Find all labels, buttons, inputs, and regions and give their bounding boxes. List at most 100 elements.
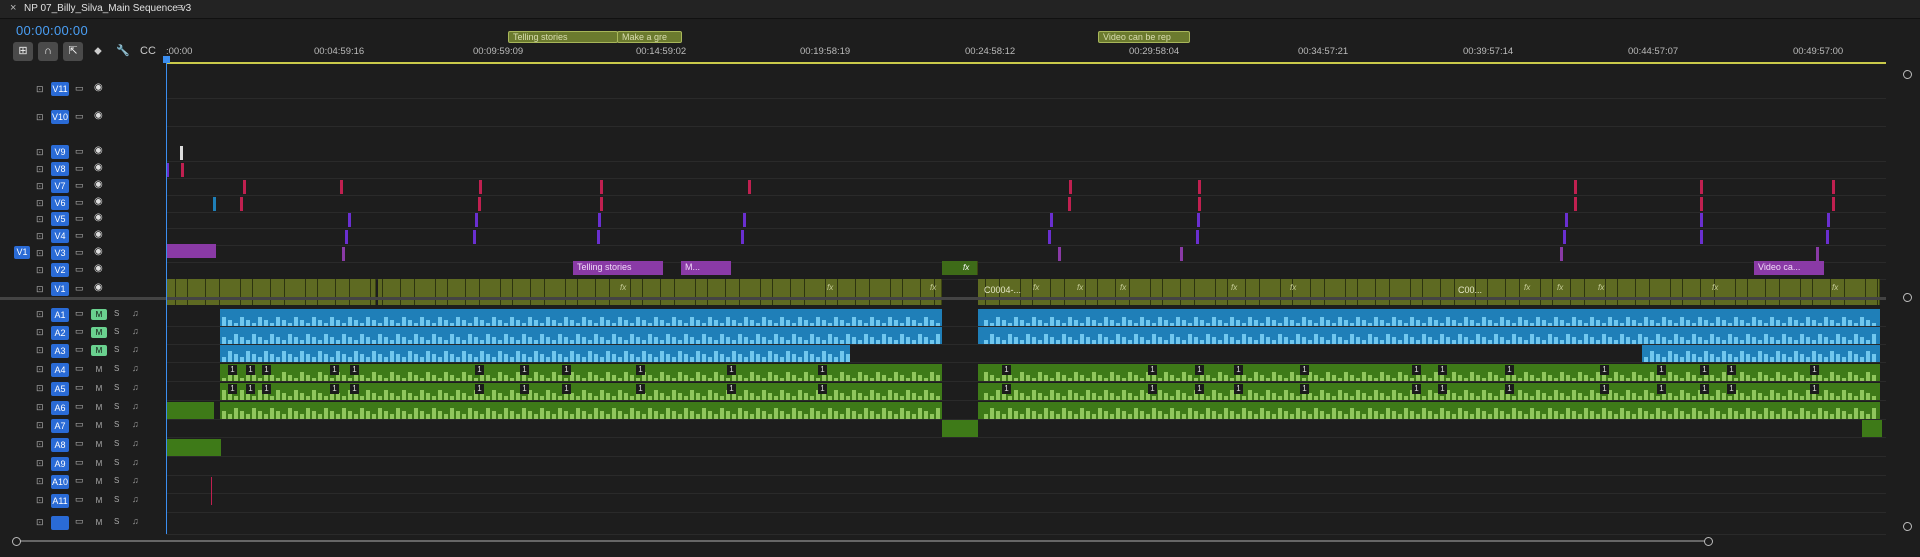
lock-icon[interactable]: ⊡: [36, 402, 44, 413]
eye-icon[interactable]: ◉: [94, 196, 103, 207]
track-name-a7[interactable]: A7: [51, 419, 69, 433]
mic-icon[interactable]: ♫: [132, 438, 139, 448]
graphic-marker[interactable]: [743, 213, 746, 227]
toggle-output-icon[interactable]: ▭: [75, 401, 84, 412]
toggle-sync-lock-icon[interactable]: ▭: [75, 230, 84, 241]
lock-icon[interactable]: ⊡: [36, 517, 44, 528]
solo-button[interactable]: S: [114, 309, 119, 318]
toggle-sync-lock-icon[interactable]: ▭: [75, 264, 84, 275]
mic-icon[interactable]: ♫: [132, 494, 139, 504]
graphic-marker[interactable]: [1180, 247, 1183, 261]
vertical-scroll-mid-handle[interactable]: [1903, 293, 1912, 302]
graphic-marker[interactable]: [1700, 197, 1703, 211]
graphic-marker[interactable]: [1700, 213, 1703, 227]
graphic-marker[interactable]: [1198, 180, 1201, 194]
video-audio-divider[interactable]: [0, 297, 1886, 300]
mute-button[interactable]: M: [91, 309, 107, 320]
graphic-marker[interactable]: [180, 146, 183, 160]
toggle-output-icon[interactable]: ▭: [75, 516, 84, 527]
graphic-marker[interactable]: [741, 230, 744, 244]
toggle-output-icon[interactable]: ▭: [75, 494, 84, 505]
graphic-marker[interactable]: [600, 197, 603, 211]
lock-icon[interactable]: ⊡: [36, 476, 44, 487]
lock-icon[interactable]: ⊡: [36, 248, 44, 259]
solo-button[interactable]: S: [114, 402, 119, 411]
toggle-sync-lock-icon[interactable]: ▭: [75, 146, 84, 157]
sequence-marker[interactable]: Video can be rep: [1098, 31, 1190, 43]
graphic-marker[interactable]: [1565, 213, 1568, 227]
graphic-marker[interactable]: [473, 230, 476, 244]
horizontal-scroll-left-handle[interactable]: [12, 537, 21, 546]
audio-clip[interactable]: [166, 439, 221, 456]
solo-button[interactable]: S: [114, 458, 119, 467]
solo-button[interactable]: S: [114, 345, 119, 354]
graphic-marker[interactable]: [1574, 197, 1577, 211]
toggle-sync-lock-icon[interactable]: ▭: [75, 283, 84, 294]
lock-icon[interactable]: ⊡: [36, 214, 44, 225]
lock-icon[interactable]: ⊡: [36, 84, 44, 95]
graphic-marker[interactable]: [1563, 230, 1566, 244]
track-name-v6[interactable]: V6: [51, 196, 69, 210]
mute-button[interactable]: M: [91, 495, 107, 506]
graphic-marker[interactable]: [1058, 247, 1061, 261]
solo-button[interactable]: S: [114, 517, 119, 526]
mic-icon[interactable]: ♫: [132, 326, 139, 336]
mute-button[interactable]: M: [91, 345, 107, 356]
toggle-output-icon[interactable]: ▭: [75, 457, 84, 468]
solo-button[interactable]: S: [114, 476, 119, 485]
track-name-v3[interactable]: V3: [51, 246, 69, 260]
graphic-clip[interactable]: [166, 244, 216, 258]
lock-icon[interactable]: ⊡: [36, 364, 44, 375]
solo-button[interactable]: S: [114, 327, 119, 336]
lock-icon[interactable]: ⊡: [36, 265, 44, 276]
track-name-v11[interactable]: V11: [51, 82, 69, 96]
graphic-marker[interactable]: [1196, 230, 1199, 244]
vertical-scroll-bottom-handle[interactable]: [1903, 522, 1912, 531]
graphic-marker[interactable]: [478, 197, 481, 211]
mic-icon[interactable]: ♫: [132, 457, 139, 467]
graphic-marker[interactable]: [1197, 213, 1200, 227]
lock-icon[interactable]: ⊡: [36, 495, 44, 506]
track-name-v1[interactable]: V1: [51, 282, 69, 296]
eye-icon[interactable]: ◉: [94, 282, 103, 293]
track-name-master[interactable]: [51, 516, 69, 530]
linked-selection-tool[interactable]: ⇱: [63, 42, 83, 61]
toggle-output-icon[interactable]: ▭: [75, 382, 84, 393]
source-patch-v1[interactable]: V1: [14, 246, 30, 259]
graphic-marker[interactable]: [213, 197, 216, 211]
lock-icon[interactable]: ⊡: [36, 383, 44, 394]
lock-icon[interactable]: ⊡: [36, 164, 44, 175]
eye-icon[interactable]: ◉: [94, 263, 103, 274]
audio-clip[interactable]: [166, 402, 214, 419]
graphic-marker[interactable]: [348, 213, 351, 227]
eye-icon[interactable]: ◉: [94, 246, 103, 257]
graphic-marker[interactable]: [597, 230, 600, 244]
timeline-settings-tool[interactable]: 🔧: [113, 42, 133, 61]
solo-button[interactable]: S: [114, 420, 119, 429]
mute-button[interactable]: M: [91, 458, 107, 469]
track-name-v8[interactable]: V8: [51, 162, 69, 176]
eye-icon[interactable]: ◉: [94, 212, 103, 223]
title-clip[interactable]: Video ca...: [1754, 261, 1824, 275]
track-name-a10[interactable]: A10: [51, 475, 69, 489]
graphic-marker[interactable]: [240, 197, 243, 211]
lock-icon[interactable]: ⊡: [36, 327, 44, 338]
solo-button[interactable]: S: [114, 364, 119, 373]
sequence-marker[interactable]: Make a gre: [617, 31, 682, 43]
graphic-marker[interactable]: [340, 180, 343, 194]
graphic-marker[interactable]: [1700, 230, 1703, 244]
mic-icon[interactable]: ♫: [132, 419, 139, 429]
graphic-marker[interactable]: [1827, 213, 1830, 227]
captions-tool[interactable]: CC: [138, 42, 158, 61]
sequence-tab-title[interactable]: NP 07_Billy_Silva_Main Sequence v3: [24, 3, 191, 14]
track-name-v5[interactable]: V5: [51, 212, 69, 226]
eye-icon[interactable]: ◉: [94, 229, 103, 240]
mute-button[interactable]: M: [91, 476, 107, 487]
lock-icon[interactable]: ⊡: [36, 198, 44, 209]
toggle-output-icon[interactable]: ▭: [75, 363, 84, 374]
graphic-marker[interactable]: [1574, 180, 1577, 194]
adjustment-clip[interactable]: [942, 261, 978, 275]
mic-icon[interactable]: ♫: [132, 475, 139, 485]
hamburger-menu-icon[interactable]: ≡: [177, 2, 183, 14]
toggle-output-icon[interactable]: ▭: [75, 475, 84, 486]
